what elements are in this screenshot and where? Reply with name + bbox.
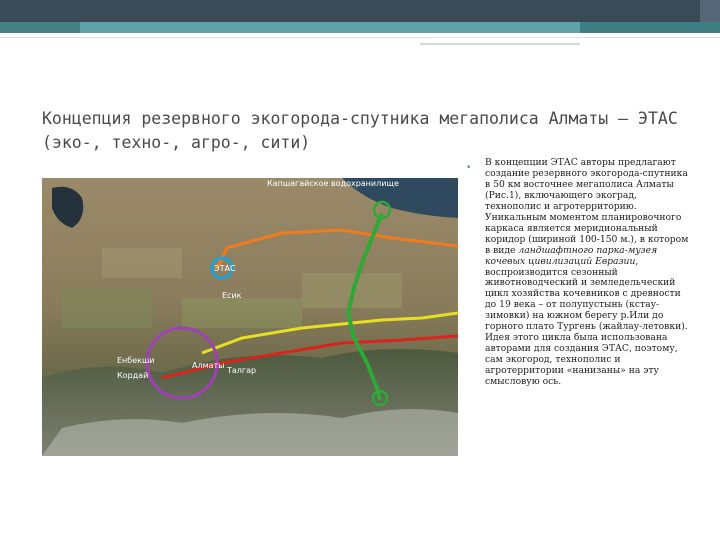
slide-title: Концепция резервного экогорода-спутника … (42, 109, 678, 152)
satellite-map: Капшагайское водохранилище ЭТАС Есик Тал… (42, 178, 458, 456)
map-label-lake: Капшагайское водохранилище (267, 179, 399, 188)
map-label-city-mid-left: Кордай (117, 371, 148, 380)
map-label-city-mid: Алматы (192, 361, 225, 370)
header-band (0, 0, 720, 22)
header-corner (700, 0, 720, 22)
body-paragraph: В концепции ЭТАС авторы предлагают созда… (485, 157, 690, 388)
field-patch (102, 248, 182, 278)
field-patch (182, 298, 302, 328)
bullet-icon: • (466, 163, 472, 173)
divider-accent (420, 43, 580, 45)
accent-strip-left (0, 22, 80, 33)
map-label-region: Талгар (226, 366, 256, 375)
accent-strip-right (580, 22, 720, 33)
field-patch (62, 288, 152, 328)
map-label-village: Есик (222, 291, 242, 300)
map-label-site: ЭТАС (214, 264, 236, 273)
divider-line (0, 37, 720, 38)
map-label-city-left: Енбекши (117, 356, 155, 365)
body-text-part-1: В концепции ЭТАС авторы предлагают созда… (485, 157, 689, 256)
body-text-part-2: , воспроизводится сезонный животноводчес… (485, 255, 688, 388)
